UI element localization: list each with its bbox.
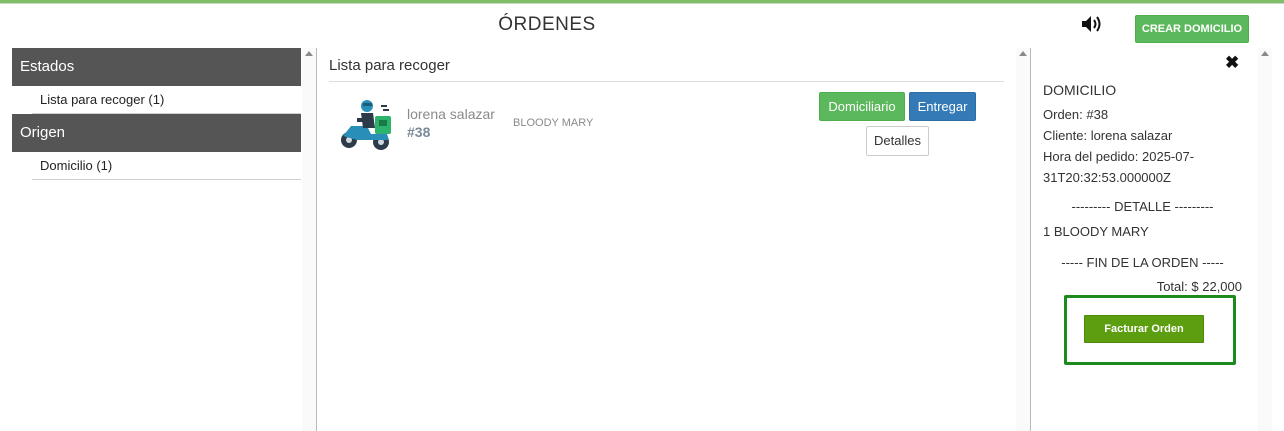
create-delivery-button[interactable]: CREAR DOMICILIO [1135, 15, 1249, 43]
sidebar-scrollbar[interactable] [302, 48, 316, 431]
scroll-up-arrow-icon[interactable] [1019, 51, 1027, 56]
deliver-button[interactable]: Entregar [909, 92, 976, 121]
speaker-volume-icon[interactable] [1080, 13, 1106, 35]
orders-scrollbar[interactable] [1016, 48, 1030, 431]
orders-list-title: Lista para recoger [329, 57, 450, 74]
detail-order-time: Hora del pedido: 2025-07-31T20:32:53.000… [1043, 149, 1195, 185]
order-number: #38 [407, 124, 431, 140]
sidebar-group-estados: Estados [12, 48, 301, 86]
details-button[interactable]: Detalles [866, 126, 929, 156]
scroll-up-arrow-icon[interactable] [1261, 51, 1269, 56]
detail-separator: --------- DETALLE --------- [1071, 199, 1214, 214]
divider [329, 81, 1004, 82]
detail-title: DOMICILIO [1043, 82, 1117, 98]
filter-sidebar: Estados Lista para recoger (1) Origen Do… [12, 48, 301, 431]
detail-order-number: Orden: #38 [1043, 107, 1109, 122]
sidebar-item-lista-para-recoger[interactable]: Lista para recoger (1) [32, 86, 301, 114]
detail-item-line: 1 BLOODY MARY [1043, 224, 1149, 239]
invoice-order-button[interactable]: Facturar Orden [1084, 315, 1204, 343]
order-customer-name: lorena salazar [407, 106, 495, 122]
sidebar-group-origen: Origen [12, 114, 301, 152]
page-title: ÓRDENES [498, 14, 596, 35]
orders-list-panel: Lista para recoger lorena salazar #38 BL… [316, 48, 1031, 431]
detail-client: Cliente: lorena salazar [1043, 128, 1173, 143]
detail-scrollbar[interactable] [1258, 48, 1272, 431]
top-accent-bar [0, 0, 1284, 4]
assign-courier-button[interactable]: Domiciliario [819, 92, 905, 121]
detail-total: Total: $ 22,000 [1156, 279, 1242, 294]
sidebar-item-domicilio[interactable]: Domicilio (1) [32, 152, 301, 180]
invoice-highlight-box: Facturar Orden [1064, 295, 1236, 365]
close-icon[interactable]: ✖ [1225, 53, 1239, 73]
delivery-scooter-icon [341, 100, 391, 150]
order-detail-panel: ✖ DOMICILIO Orden: #38 Cliente: lorena s… [1031, 48, 1270, 431]
end-of-order-separator: ----- FIN DE LA ORDEN ----- [1061, 255, 1224, 270]
order-product: BLOODY MARY [513, 117, 594, 129]
scroll-up-arrow-icon[interactable] [305, 51, 313, 56]
